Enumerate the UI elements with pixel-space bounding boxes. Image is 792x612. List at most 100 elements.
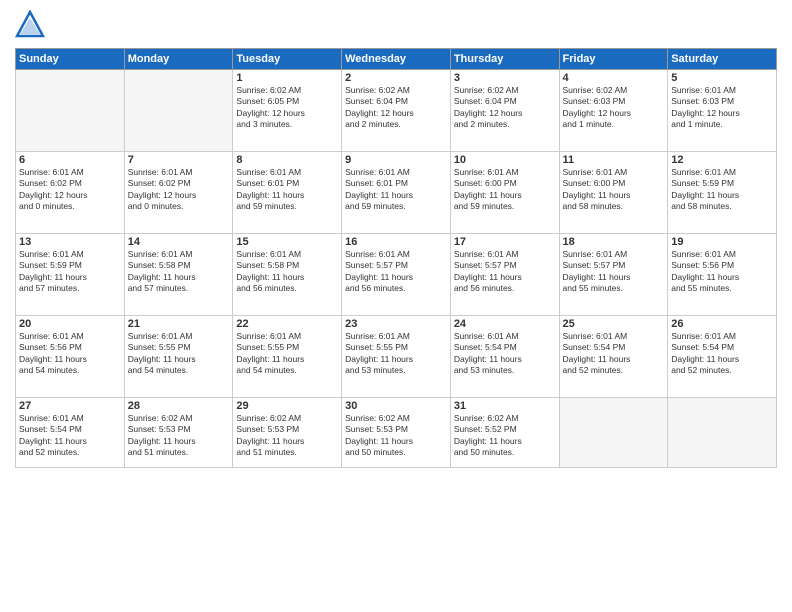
table-row: 29Sunrise: 6:02 AM Sunset: 5:53 PM Dayli… [233, 398, 342, 468]
calendar-table: SundayMondayTuesdayWednesdayThursdayFrid… [15, 48, 777, 468]
day-detail: Sunrise: 6:01 AM Sunset: 6:00 PM Dayligh… [454, 167, 556, 213]
day-detail: Sunrise: 6:01 AM Sunset: 5:57 PM Dayligh… [345, 249, 447, 295]
day-detail: Sunrise: 6:01 AM Sunset: 5:57 PM Dayligh… [563, 249, 665, 295]
weekday-header-wednesday: Wednesday [342, 49, 451, 70]
day-number: 3 [454, 72, 556, 84]
day-detail: Sunrise: 6:02 AM Sunset: 5:53 PM Dayligh… [128, 413, 230, 459]
day-number: 20 [19, 318, 121, 330]
day-number: 4 [563, 72, 665, 84]
table-row: 26Sunrise: 6:01 AM Sunset: 5:54 PM Dayli… [668, 316, 777, 398]
day-number: 9 [345, 154, 447, 166]
table-row: 18Sunrise: 6:01 AM Sunset: 5:57 PM Dayli… [559, 234, 668, 316]
table-row: 24Sunrise: 6:01 AM Sunset: 5:54 PM Dayli… [450, 316, 559, 398]
calendar-week-row: 6Sunrise: 6:01 AM Sunset: 6:02 PM Daylig… [16, 152, 777, 234]
day-number: 24 [454, 318, 556, 330]
table-row [559, 398, 668, 468]
day-number: 8 [236, 154, 338, 166]
day-number: 27 [19, 400, 121, 412]
day-detail: Sunrise: 6:01 AM Sunset: 5:58 PM Dayligh… [128, 249, 230, 295]
table-row: 19Sunrise: 6:01 AM Sunset: 5:56 PM Dayli… [668, 234, 777, 316]
day-number: 21 [128, 318, 230, 330]
table-row: 8Sunrise: 6:01 AM Sunset: 6:01 PM Daylig… [233, 152, 342, 234]
day-detail: Sunrise: 6:02 AM Sunset: 5:53 PM Dayligh… [345, 413, 447, 459]
day-detail: Sunrise: 6:01 AM Sunset: 5:54 PM Dayligh… [19, 413, 121, 459]
day-number: 16 [345, 236, 447, 248]
table-row: 6Sunrise: 6:01 AM Sunset: 6:02 PM Daylig… [16, 152, 125, 234]
table-row: 12Sunrise: 6:01 AM Sunset: 5:59 PM Dayli… [668, 152, 777, 234]
day-detail: Sunrise: 6:01 AM Sunset: 6:00 PM Dayligh… [563, 167, 665, 213]
table-row: 16Sunrise: 6:01 AM Sunset: 5:57 PM Dayli… [342, 234, 451, 316]
table-row: 2Sunrise: 6:02 AM Sunset: 6:04 PM Daylig… [342, 70, 451, 152]
table-row: 7Sunrise: 6:01 AM Sunset: 6:02 PM Daylig… [124, 152, 233, 234]
calendar-week-row: 13Sunrise: 6:01 AM Sunset: 5:59 PM Dayli… [16, 234, 777, 316]
day-number: 2 [345, 72, 447, 84]
day-detail: Sunrise: 6:01 AM Sunset: 6:02 PM Dayligh… [19, 167, 121, 213]
day-detail: Sunrise: 6:01 AM Sunset: 5:55 PM Dayligh… [128, 331, 230, 377]
day-number: 1 [236, 72, 338, 84]
table-row: 14Sunrise: 6:01 AM Sunset: 5:58 PM Dayli… [124, 234, 233, 316]
day-detail: Sunrise: 6:01 AM Sunset: 5:55 PM Dayligh… [236, 331, 338, 377]
table-row: 9Sunrise: 6:01 AM Sunset: 6:01 PM Daylig… [342, 152, 451, 234]
day-detail: Sunrise: 6:02 AM Sunset: 5:53 PM Dayligh… [236, 413, 338, 459]
day-number: 7 [128, 154, 230, 166]
day-detail: Sunrise: 6:02 AM Sunset: 6:05 PM Dayligh… [236, 85, 338, 131]
day-detail: Sunrise: 6:01 AM Sunset: 5:57 PM Dayligh… [454, 249, 556, 295]
day-detail: Sunrise: 6:01 AM Sunset: 5:56 PM Dayligh… [19, 331, 121, 377]
table-row: 28Sunrise: 6:02 AM Sunset: 5:53 PM Dayli… [124, 398, 233, 468]
day-number: 11 [563, 154, 665, 166]
weekday-header-row: SundayMondayTuesdayWednesdayThursdayFrid… [16, 49, 777, 70]
table-row: 21Sunrise: 6:01 AM Sunset: 5:55 PM Dayli… [124, 316, 233, 398]
day-number: 31 [454, 400, 556, 412]
calendar-week-row: 1Sunrise: 6:02 AM Sunset: 6:05 PM Daylig… [16, 70, 777, 152]
table-row: 5Sunrise: 6:01 AM Sunset: 6:03 PM Daylig… [668, 70, 777, 152]
day-detail: Sunrise: 6:02 AM Sunset: 6:04 PM Dayligh… [345, 85, 447, 131]
table-row: 13Sunrise: 6:01 AM Sunset: 5:59 PM Dayli… [16, 234, 125, 316]
day-number: 23 [345, 318, 447, 330]
day-detail: Sunrise: 6:01 AM Sunset: 5:54 PM Dayligh… [563, 331, 665, 377]
day-detail: Sunrise: 6:01 AM Sunset: 6:01 PM Dayligh… [236, 167, 338, 213]
table-row: 23Sunrise: 6:01 AM Sunset: 5:55 PM Dayli… [342, 316, 451, 398]
day-detail: Sunrise: 6:01 AM Sunset: 5:58 PM Dayligh… [236, 249, 338, 295]
day-detail: Sunrise: 6:01 AM Sunset: 6:01 PM Dayligh… [345, 167, 447, 213]
day-number: 28 [128, 400, 230, 412]
table-row: 27Sunrise: 6:01 AM Sunset: 5:54 PM Dayli… [16, 398, 125, 468]
weekday-header-friday: Friday [559, 49, 668, 70]
logo [15, 10, 49, 40]
table-row: 15Sunrise: 6:01 AM Sunset: 5:58 PM Dayli… [233, 234, 342, 316]
day-number: 19 [671, 236, 773, 248]
table-row: 31Sunrise: 6:02 AM Sunset: 5:52 PM Dayli… [450, 398, 559, 468]
logo-icon [15, 10, 45, 40]
weekday-header-thursday: Thursday [450, 49, 559, 70]
page: SundayMondayTuesdayWednesdayThursdayFrid… [0, 0, 792, 612]
day-detail: Sunrise: 6:01 AM Sunset: 6:02 PM Dayligh… [128, 167, 230, 213]
day-detail: Sunrise: 6:01 AM Sunset: 6:03 PM Dayligh… [671, 85, 773, 131]
day-number: 14 [128, 236, 230, 248]
header [15, 10, 777, 40]
day-detail: Sunrise: 6:01 AM Sunset: 5:54 PM Dayligh… [454, 331, 556, 377]
day-detail: Sunrise: 6:02 AM Sunset: 5:52 PM Dayligh… [454, 413, 556, 459]
day-number: 22 [236, 318, 338, 330]
table-row: 4Sunrise: 6:02 AM Sunset: 6:03 PM Daylig… [559, 70, 668, 152]
table-row: 10Sunrise: 6:01 AM Sunset: 6:00 PM Dayli… [450, 152, 559, 234]
day-number: 6 [19, 154, 121, 166]
day-number: 10 [454, 154, 556, 166]
table-row: 25Sunrise: 6:01 AM Sunset: 5:54 PM Dayli… [559, 316, 668, 398]
day-number: 25 [563, 318, 665, 330]
table-row: 11Sunrise: 6:01 AM Sunset: 6:00 PM Dayli… [559, 152, 668, 234]
table-row [668, 398, 777, 468]
table-row: 20Sunrise: 6:01 AM Sunset: 5:56 PM Dayli… [16, 316, 125, 398]
day-detail: Sunrise: 6:02 AM Sunset: 6:03 PM Dayligh… [563, 85, 665, 131]
weekday-header-sunday: Sunday [16, 49, 125, 70]
day-number: 26 [671, 318, 773, 330]
table-row: 1Sunrise: 6:02 AM Sunset: 6:05 PM Daylig… [233, 70, 342, 152]
table-row [124, 70, 233, 152]
day-detail: Sunrise: 6:01 AM Sunset: 5:59 PM Dayligh… [19, 249, 121, 295]
day-number: 29 [236, 400, 338, 412]
day-detail: Sunrise: 6:02 AM Sunset: 6:04 PM Dayligh… [454, 85, 556, 131]
day-number: 13 [19, 236, 121, 248]
day-detail: Sunrise: 6:01 AM Sunset: 5:59 PM Dayligh… [671, 167, 773, 213]
calendar-week-row: 20Sunrise: 6:01 AM Sunset: 5:56 PM Dayli… [16, 316, 777, 398]
day-number: 18 [563, 236, 665, 248]
table-row: 30Sunrise: 6:02 AM Sunset: 5:53 PM Dayli… [342, 398, 451, 468]
day-number: 15 [236, 236, 338, 248]
